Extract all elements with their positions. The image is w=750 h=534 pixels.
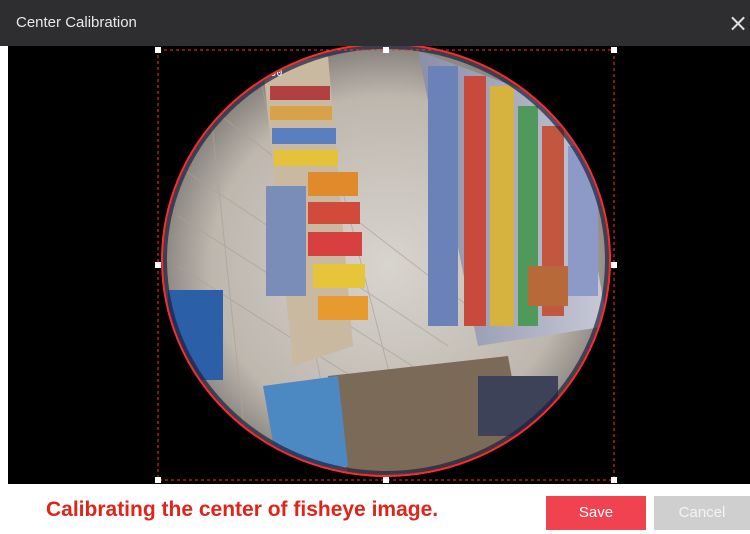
fisheye-video-preview[interactable]: 06-05-2020 Fri 00 PBDKWG-DS — [8, 46, 750, 484]
handle-bottom-center — [383, 477, 389, 483]
handle-bottom-left — [155, 477, 161, 483]
dialog-title: Center Calibration — [16, 14, 137, 31]
calibration-annotation: Calibrating the center of fisheye image. — [46, 498, 439, 521]
handle-top-left — [155, 47, 161, 53]
close-icon[interactable]: × — [728, 10, 750, 36]
center-calibration-dialog: Center Calibration × 06-05-2020 Fri 00 P… — [0, 0, 750, 534]
title-bar: Center Calibration × — [0, 0, 750, 46]
dialog-footer: Calibrating the center of fisheye image.… — [0, 484, 750, 534]
handle-middle-left — [155, 262, 161, 268]
handle-middle-right — [611, 262, 617, 268]
right-shelf — [418, 51, 608, 346]
handle-bottom-right — [611, 477, 617, 483]
save-button[interactable]: Save — [546, 496, 646, 530]
cancel-button[interactable]: Cancel — [654, 496, 750, 530]
fisheye-scene: 06-05-2020 Fri 00 PBDKWG-DS — [155, 46, 617, 483]
osd-camera-name: PBDKWG-DS — [518, 435, 567, 445]
handle-top-right — [611, 47, 617, 53]
handle-top-center — [383, 47, 389, 53]
